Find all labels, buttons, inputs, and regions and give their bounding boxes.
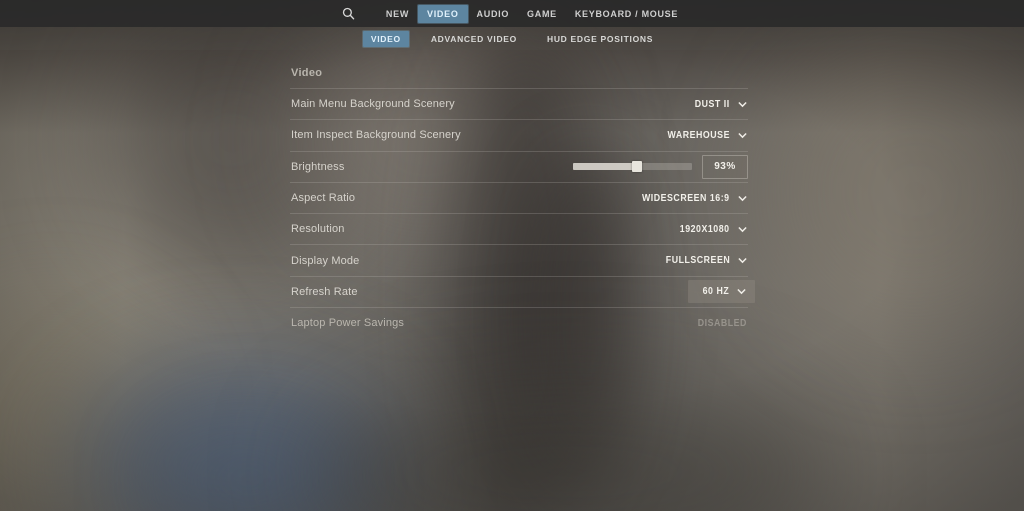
top-navigation-bar: NEW VIDEO AUDIO GAME KEYBOARD / MOUSE [0,0,1024,27]
nav-item-audio[interactable]: AUDIO [468,5,519,23]
video-settings-panel: Video Main Menu Background Scenery DUST … [290,62,755,339]
dropdown-item-inspect-background-scenery[interactable]: WAREHOUSE [659,130,748,141]
dropdown-value: 1920X1080 [680,223,730,235]
setting-row-refresh-rate[interactable]: Refresh Rate 60 HZ [290,275,755,307]
setting-value: DISABLED [697,317,747,329]
setting-label: Laptop Power Savings [291,317,405,330]
setting-label: Refresh Rate [291,285,358,298]
setting-row-resolution[interactable]: Resolution 1920X1080 [290,213,748,244]
dropdown-value: WIDESCREEN 16:9 [642,192,730,204]
nav-item-new[interactable]: NEW [377,5,418,23]
brightness-slider-fill [573,163,637,171]
chevron-down-icon [738,194,747,203]
chevron-down-icon [737,287,746,296]
section-title: Video [291,67,323,79]
dropdown-value: 60 HZ [702,286,729,298]
setting-row-display-mode[interactable]: Display Mode FULLSCREEN [290,244,748,275]
setting-row-brightness[interactable]: Brightness 93% [290,150,748,182]
setting-label: Brightness [291,160,345,173]
subnav-item-advanced-video[interactable]: ADVANCED VIDEO [423,31,525,47]
setting-label: Resolution [291,223,345,236]
brightness-slider-handle[interactable] [631,161,642,173]
chevron-down-icon [738,131,747,140]
brightness-control[interactable]: 93% [573,154,748,179]
dropdown-aspect-ratio[interactable]: WIDESCREEN 16:9 [630,193,748,204]
brightness-slider[interactable] [573,161,692,173]
dropdown-refresh-rate[interactable]: 60 HZ [687,280,755,304]
setting-row-item-inspect-background-scenery[interactable]: Item Inspect Background Scenery WAREHOUS… [290,119,748,150]
dropdown-main-menu-background-scenery[interactable]: DUST II [690,99,748,110]
chevron-down-icon [738,100,747,109]
nav-item-video[interactable]: VIDEO [418,4,468,23]
nav-item-game[interactable]: GAME [518,5,566,23]
dropdown-resolution[interactable]: 1920X1080 [673,224,748,235]
subnav-item-hud-edge-positions[interactable]: HUD EDGE POSITIONS [539,31,661,47]
sub-navigation-bar: VIDEO ADVANCED VIDEO HUD EDGE POSITIONS [0,27,1024,50]
subnav-item-video[interactable]: VIDEO [362,30,409,47]
settings-screen: NEW VIDEO AUDIO GAME KEYBOARD / MOUSE VI… [0,0,1024,511]
setting-label: Display Mode [291,254,360,267]
setting-label: Aspect Ratio [291,192,356,205]
chevron-down-icon [738,256,747,265]
brightness-value: 93% [714,161,736,173]
setting-row-main-menu-background-scenery[interactable]: Main Menu Background Scenery DUST II [290,88,748,119]
search-icon[interactable] [337,4,361,24]
dropdown-value: WAREHOUSE [667,129,730,141]
setting-row-aspect-ratio[interactable]: Aspect Ratio WIDESCREEN 16:9 [290,181,748,213]
value-laptop-power-savings: DISABLED [691,318,748,329]
dropdown-value: DUST II [695,98,730,110]
setting-row-laptop-power-savings: Laptop Power Savings DISABLED [290,307,748,339]
brightness-value-box[interactable]: 93% [702,154,748,179]
dropdown-display-mode[interactable]: FULLSCREEN [657,255,748,266]
dropdown-value: FULLSCREEN [665,255,730,267]
chevron-down-icon [738,225,747,234]
setting-label: Item Inspect Background Scenery [291,129,461,142]
nav-item-keyboard-mouse[interactable]: KEYBOARD / MOUSE [566,5,687,23]
setting-label: Main Menu Background Scenery [291,98,455,111]
